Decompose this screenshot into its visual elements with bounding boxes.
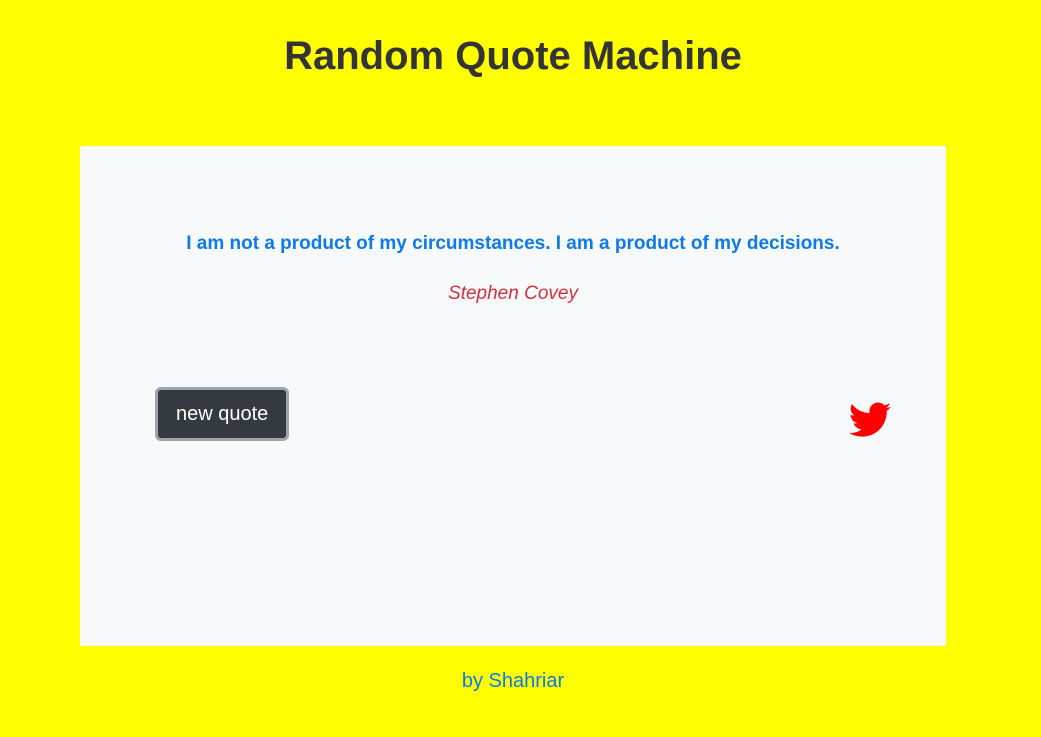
- twitter-bird-icon: [849, 402, 891, 437]
- new-quote-button[interactable]: new quote: [155, 387, 290, 441]
- footer-credit: by Shahriar: [461, 670, 565, 692]
- page-title: Random Quote Machine: [284, 34, 742, 78]
- quote-author: Stephen Covey: [448, 283, 578, 304]
- tweet-quote-link[interactable]: [849, 402, 891, 438]
- quote-box: I am not a product of my circumstances. …: [80, 146, 946, 646]
- quote-text: I am not a product of my circumstances. …: [186, 233, 840, 254]
